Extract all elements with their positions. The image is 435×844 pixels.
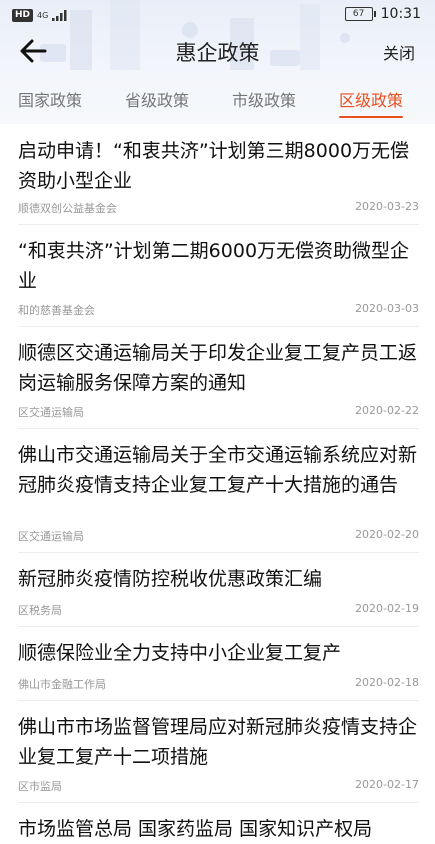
article-source: 顺德双创公益基金会 [18,202,117,215]
tab-national[interactable]: 国家政策 [18,84,82,118]
arrow-left-icon [20,39,47,63]
article-date: 2020-03-23 [355,200,419,213]
article-title: 市场监管总局 国家药监局 国家知识产权局 [18,818,373,840]
status-bar: HD 4G 67 10:31 [0,0,435,30]
article-title: 新冠肺炎疫情防控税收优惠政策汇编 [18,568,323,590]
article-date: 2020-02-18 [355,676,419,689]
article-title: 启动申请！“和衷共济”计划第三期8000万无偿资助小型企业 [18,140,410,192]
tab-municipal[interactable]: 市级政策 [232,84,296,118]
article-source: 区市监局 [18,780,62,793]
tab-district[interactable]: 区级政策 [339,84,404,118]
article-date: 2020-02-17 [355,778,419,791]
tab-label: 市级政策 [232,91,297,110]
signal-icon [52,10,67,21]
article-date: 2020-02-22 [355,404,419,417]
list-item[interactable]: 市场监管总局 国家药监局 国家知识产权局 [18,802,419,840]
battery-icon: 67 [344,7,376,21]
active-tab-indicator [339,116,404,118]
hd-icon: HD [12,9,34,22]
article-title: “和衷共济”计划第二期6000万无偿资助微型企业 [18,240,410,292]
list-item[interactable]: 顺德保险业全力支持中小企业复工复产 佛山市金融工作局 2020-02-18 [18,626,419,701]
status-time: 10:31 [380,6,421,22]
article-title: 顺德区交通运输局关于印发企业复工复产员工返岗运输服务保障方案的通知 [18,342,418,394]
list-item[interactable]: 佛山市交通运输局关于全市交通运输系统应对新冠肺炎疫情支持企业复工复产十大措施的通… [18,428,419,553]
list-item[interactable]: 启动申请！“和衷共济”计划第三期8000万无偿资助小型企业 顺德双创公益基金会 2… [18,136,419,225]
back-button[interactable] [18,36,62,72]
policy-tabs: 国家政策 省级政策 市级政策 区级政策 [0,84,435,120]
article-title: 佛山市交通运输局关于全市交通运输系统应对新冠肺炎疫情支持企业复工复产十大措施的通… [18,444,418,496]
article-source: 区交通运输局 [18,406,84,419]
article-source: 区交通运输局 [18,530,84,543]
article-date: 2020-03-03 [355,302,419,315]
app-header: HD 4G 67 10:31 惠企政策 关闭 国家政策 省级政策 市级政策 区级… [0,0,435,124]
list-item[interactable]: 佛山市市场监督管理局应对新冠肺炎疫情支持企业复工复产十二项措施 区市监局 2020… [18,700,419,803]
article-date: 2020-02-20 [355,528,419,541]
tab-provincial[interactable]: 省级政策 [125,84,189,118]
tab-label: 国家政策 [18,91,83,110]
list-item[interactable]: “和衷共济”计划第二期6000万无偿资助微型企业 和的慈善基金会 2020-03-… [18,224,419,327]
article-title: 佛山市市场监督管理局应对新冠肺炎疫情支持企业复工复产十二项措施 [18,716,418,768]
tab-label: 区级政策 [339,91,404,110]
article-source: 佛山市金融工作局 [18,678,106,691]
tab-label: 省级政策 [125,91,190,110]
article-source: 区税务局 [18,604,62,617]
article-source: 和的慈善基金会 [18,304,95,317]
list-item[interactable]: 顺德区交通运输局关于印发企业复工复产员工返岗运输服务保障方案的通知 区交通运输局… [18,326,419,429]
article-date: 2020-02-19 [355,602,419,615]
close-button[interactable]: 关闭 [383,42,415,66]
network-type: 4G [37,10,49,20]
article-title: 顺德保险业全力支持中小企业复工复产 [18,642,342,664]
list-item[interactable]: 新冠肺炎疫情防控税收优惠政策汇编 区税务局 2020-02-19 [18,552,419,627]
